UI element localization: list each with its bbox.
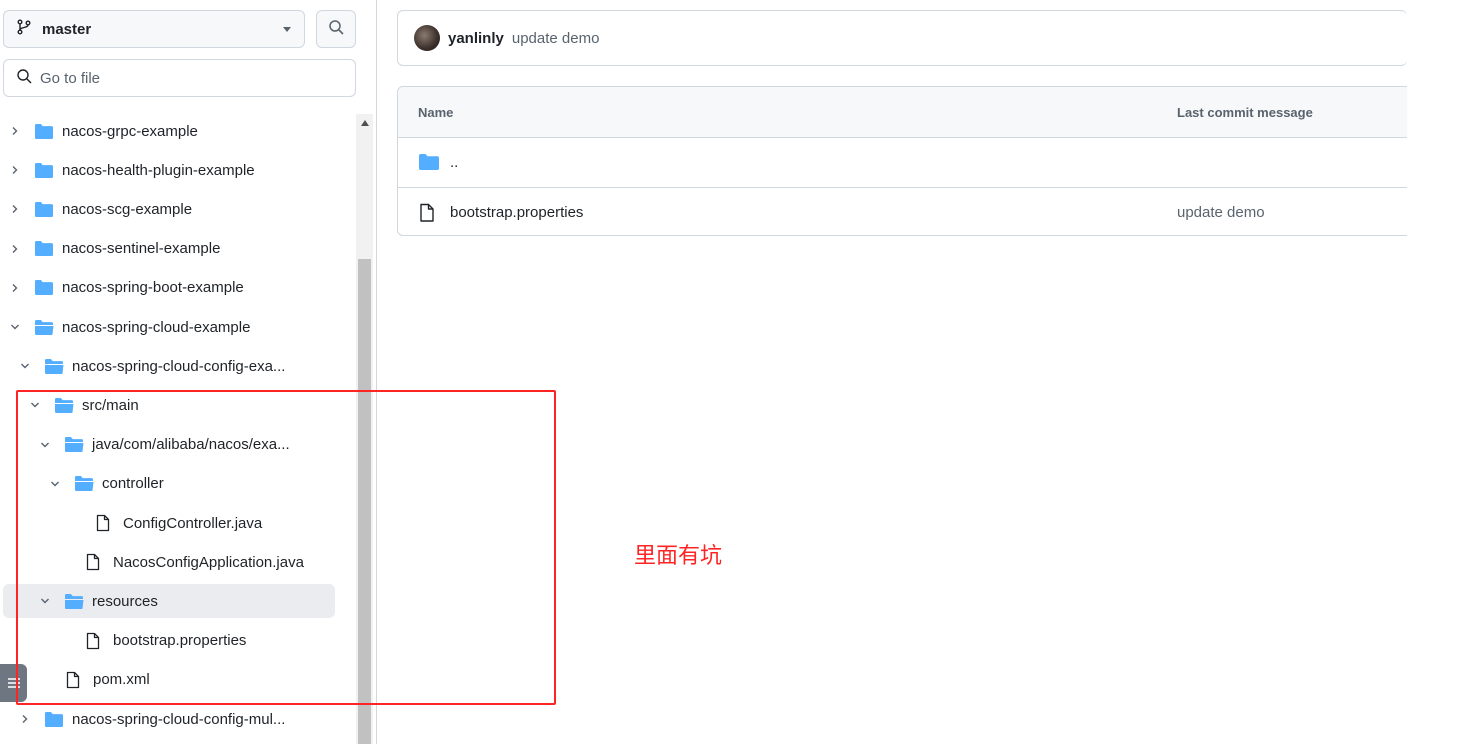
commit-message[interactable]: update demo <box>512 30 600 47</box>
folder-open-icon <box>34 318 54 336</box>
go-to-file-placeholder: Go to file <box>40 69 101 87</box>
folder-icon <box>34 200 54 218</box>
tree-item[interactable]: nacos-grpc-example <box>0 114 340 148</box>
folder-icon <box>34 161 54 179</box>
branch-selector[interactable]: master <box>3 10 305 48</box>
tree-item-label: nacos-spring-cloud-config-exa... <box>72 357 286 375</box>
tree-item[interactable]: nacos-sentinel-example <box>0 232 340 266</box>
git-branch-icon <box>16 19 32 39</box>
table-header: Name Last commit message <box>398 87 1407 138</box>
tree-item[interactable]: nacos-spring-boot-example <box>0 271 340 305</box>
tree-item[interactable]: nacos-spring-cloud-example <box>0 310 340 344</box>
column-name-header: Name <box>418 105 454 120</box>
folder-icon <box>44 710 64 728</box>
annotation-note: 里面有坑 <box>634 544 723 569</box>
branch-name: master <box>42 20 92 38</box>
go-to-file-input[interactable]: Go to file <box>3 59 356 97</box>
tree-item-label: nacos-health-plugin-example <box>62 161 255 179</box>
tree-item-label: nacos-spring-cloud-config-mul... <box>72 710 286 728</box>
column-last-commit-header: Last commit message <box>1177 105 1313 120</box>
file-icon <box>418 203 436 227</box>
chevron-right-icon[interactable] <box>18 712 32 726</box>
parent-directory-link[interactable]: .. <box>450 154 458 171</box>
table-row[interactable]: bootstrap.properties update demo <box>398 188 1407 237</box>
folder-icon <box>418 153 440 175</box>
search-icon <box>328 19 344 40</box>
tree-item[interactable]: nacos-spring-cloud-config-exa... <box>0 349 340 383</box>
tree-item-label: nacos-sentinel-example <box>62 240 221 258</box>
tree-item[interactable]: nacos-health-plugin-example <box>0 153 340 187</box>
file-list-table: Name Last commit message .. bootstrap.pr… <box>397 86 1407 236</box>
chevron-down-icon[interactable] <box>8 320 22 334</box>
tree-item-label: nacos-spring-boot-example <box>62 279 244 297</box>
chevron-right-icon[interactable] <box>8 202 22 216</box>
avatar[interactable] <box>414 25 440 51</box>
tree-item-label: nacos-spring-cloud-example <box>62 318 251 336</box>
file-link[interactable]: bootstrap.properties <box>450 204 583 221</box>
chevron-right-icon[interactable] <box>8 281 22 295</box>
chevron-right-icon[interactable] <box>8 124 22 138</box>
folder-open-icon <box>44 357 64 375</box>
row-commit-message[interactable]: update demo <box>1177 204 1265 221</box>
scroll-up-arrow-icon[interactable] <box>358 116 371 130</box>
folder-icon <box>34 240 54 258</box>
commit-author[interactable]: yanlinly <box>448 30 504 47</box>
table-row[interactable]: .. <box>398 138 1407 188</box>
latest-commit-bar: yanlinly update demo <box>397 10 1407 66</box>
folder-icon <box>34 122 54 140</box>
tree-item-label: nacos-scg-example <box>62 200 193 218</box>
folder-icon <box>34 279 54 297</box>
chevron-right-icon[interactable] <box>8 242 22 256</box>
tree-item[interactable]: nacos-spring-cloud-config-mul... <box>0 702 340 736</box>
tree-item-label: nacos-grpc-example <box>62 122 198 140</box>
search-button[interactable] <box>316 10 356 48</box>
annotation-highlight-box <box>16 390 556 705</box>
chevron-down-icon[interactable] <box>18 359 32 373</box>
chevron-right-icon[interactable] <box>8 163 22 177</box>
search-icon <box>16 68 32 88</box>
tree-item[interactable]: nacos-scg-example <box>0 192 340 226</box>
caret-down-icon <box>282 21 292 38</box>
